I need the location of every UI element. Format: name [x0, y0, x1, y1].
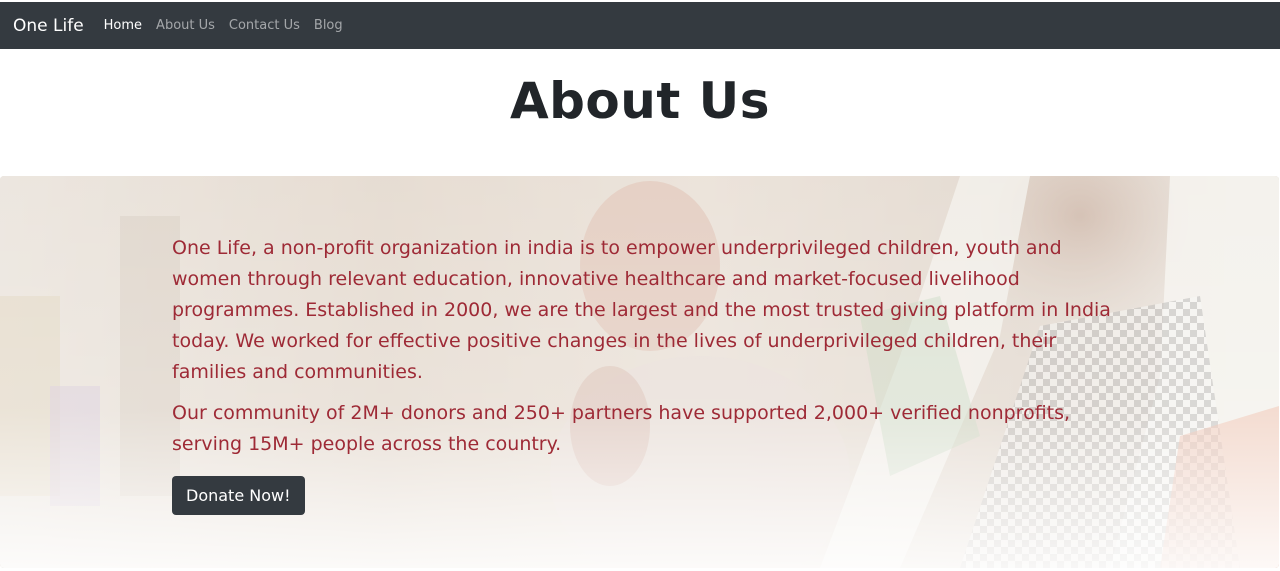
hero-section: One Life, a non-profit organization in i… [0, 176, 1279, 568]
navbar: One Life Home About Us Contact Us Blog [0, 2, 1280, 49]
about-paragraph-2: Our community of 2M+ donors and 250+ par… [172, 402, 1071, 455]
donate-button[interactable]: Donate Now! [172, 476, 305, 515]
hero-content: One Life, a non-profit organization in i… [172, 233, 1122, 515]
page-title: About Us [509, 72, 771, 130]
nav-link-blog[interactable]: Blog [314, 18, 343, 33]
nav-link-home[interactable]: Home [104, 18, 142, 33]
nav-link-about-us[interactable]: About Us [156, 18, 215, 33]
about-paragraph-1: One Life, a non-profit organization in i… [172, 237, 1111, 383]
nav-link-contact-us[interactable]: Contact Us [229, 18, 300, 33]
brand-link[interactable]: One Life [13, 16, 84, 36]
